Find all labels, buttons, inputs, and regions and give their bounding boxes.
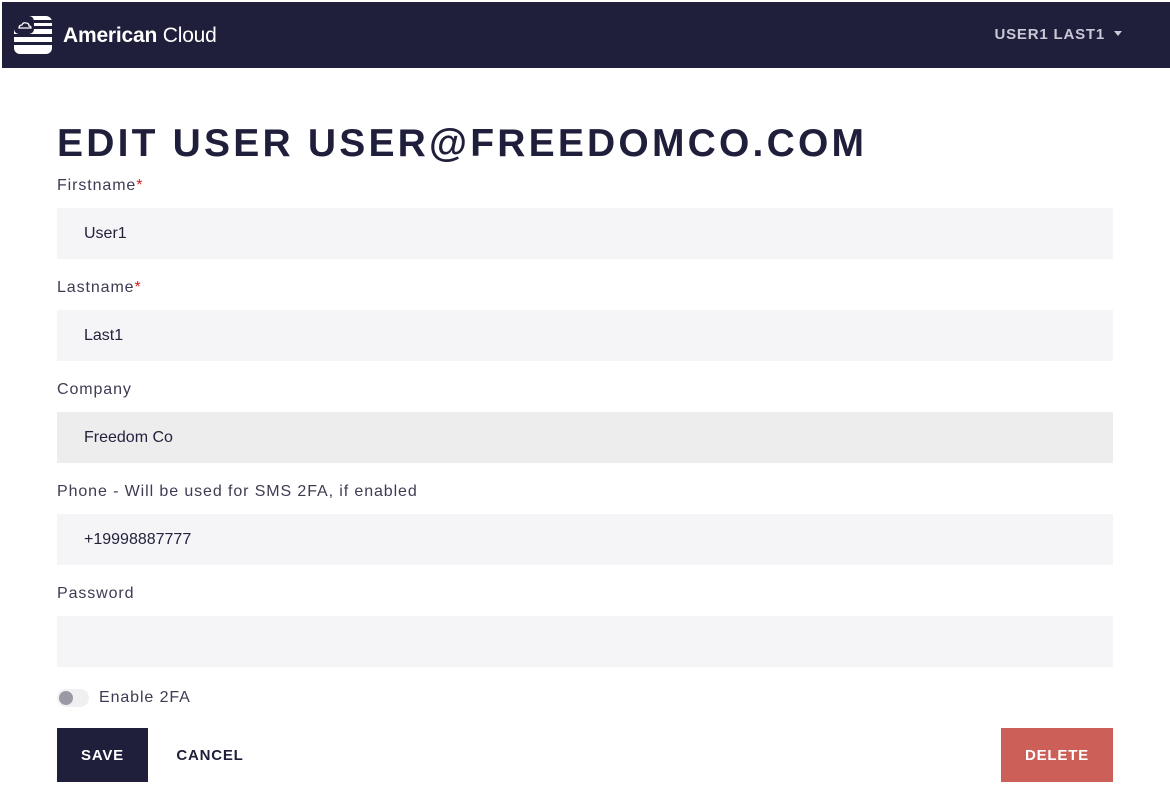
lastname-label-text: Lastname [57, 279, 135, 296]
company-input [57, 412, 1113, 463]
user-menu-label: USER1 LAST1 [994, 26, 1105, 43]
firstname-label-text: Firstname [57, 177, 137, 194]
password-input[interactable] [57, 616, 1113, 667]
enable-2fa-label: Enable 2FA [99, 689, 191, 706]
brand-name-bold: American [63, 24, 158, 47]
caret-down-icon [1114, 30, 1122, 36]
firstname-input[interactable] [57, 208, 1113, 259]
company-label: Company [57, 381, 132, 398]
page-title: EDIT USER USER@FREEDOMCO.COM [57, 122, 868, 165]
enable-2fa-toggle[interactable] [57, 689, 89, 707]
delete-button[interactable]: DELETE [1001, 728, 1113, 782]
cancel-button[interactable]: CANCEL [160, 728, 260, 782]
phone-label: Phone - Will be used for SMS 2FA, if ena… [57, 483, 418, 500]
save-button[interactable]: SAVE [57, 728, 148, 782]
phone-input[interactable] [57, 514, 1113, 565]
brand-name-regular: Cloud [157, 24, 217, 47]
top-navbar: American Cloud USER1 LAST1 [2, 2, 1170, 68]
lastname-input[interactable] [57, 310, 1113, 361]
password-label: Password [57, 585, 135, 602]
required-marker: * [134, 279, 142, 296]
brand-name[interactable]: American Cloud [63, 24, 217, 48]
required-marker: * [136, 177, 144, 194]
enable-2fa-row: Enable 2FA [57, 686, 191, 710]
firstname-label: Firstname* [57, 177, 143, 195]
lastname-label: Lastname* [57, 279, 142, 297]
flag-cloud-logo-icon[interactable] [14, 16, 52, 54]
toggle-knob [59, 691, 73, 705]
user-menu-dropdown[interactable]: USER1 LAST1 [994, 26, 1122, 43]
